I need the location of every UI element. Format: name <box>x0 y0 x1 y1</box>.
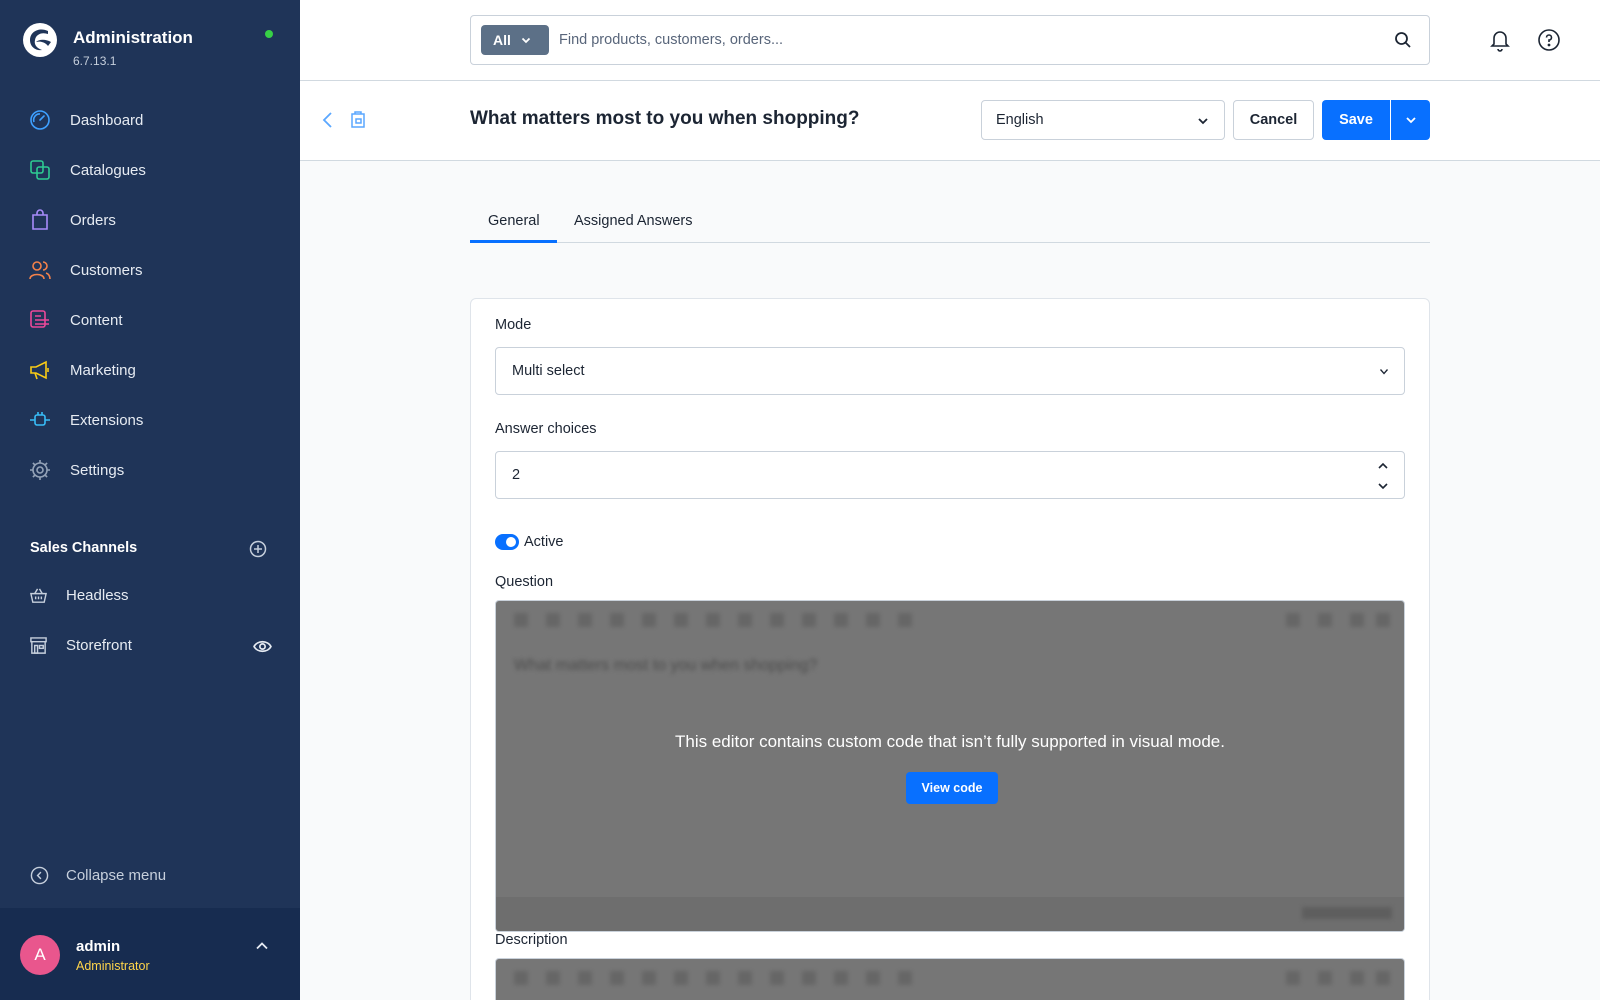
increment-icon[interactable] <box>1376 460 1390 472</box>
general-card: Mode Multi select Answer choices 2 Activ… <box>470 298 1430 1000</box>
sidebar-item-content[interactable]: Content <box>0 295 300 345</box>
answer-choices-input[interactable]: 2 <box>495 451 1405 499</box>
cancel-button[interactable]: Cancel <box>1233 100 1314 140</box>
answer-choices-value: 2 <box>512 467 521 483</box>
sidebar-item-label: Settings <box>70 461 125 479</box>
user-role: Administrator <box>76 959 150 973</box>
basket-icon <box>30 587 47 603</box>
toggle-knob <box>506 537 516 547</box>
decrement-icon[interactable] <box>1376 480 1390 492</box>
avatar: A <box>20 935 60 975</box>
shopware-logo-icon <box>23 23 57 57</box>
user-profile[interactable]: A admin Administrator <box>0 908 300 1000</box>
online-status-indicator <box>265 30 273 38</box>
tab-bar: General Assigned Answers <box>470 200 1430 243</box>
search-input[interactable] <box>559 25 1359 55</box>
search-icon[interactable] <box>1394 31 1412 49</box>
editor-blurred-content: What matters most to you when shopping? <box>514 657 818 674</box>
chevron-down-icon <box>1198 118 1208 125</box>
chevron-down-icon <box>1405 117 1416 124</box>
storefront-icon <box>30 636 47 654</box>
description-label: Description <box>495 932 568 948</box>
back-arrow-icon[interactable] <box>321 111 335 129</box>
editor-toolbar <box>496 601 1404 639</box>
answer-choices-label: Answer choices <box>495 421 597 437</box>
tab-assigned-answers[interactable]: Assigned Answers <box>574 213 692 229</box>
sales-channels-heading: Sales Channels <box>30 540 138 556</box>
sidebar-item-label: Orders <box>70 211 116 229</box>
save-button[interactable]: Save <box>1322 100 1390 140</box>
help-icon[interactable] <box>1537 28 1561 52</box>
language-select[interactable]: English <box>981 100 1225 140</box>
sales-channel-list: Headless Storefront <box>0 570 300 670</box>
editor-footer <box>496 897 1404 931</box>
gear-icon <box>30 460 50 480</box>
sidebar: Administration 6.7.13.1 Dashboard Catalo… <box>0 0 300 1000</box>
search-scope-label: All <box>493 32 511 48</box>
sidebar-item-label: Dashboard <box>70 111 144 129</box>
editor-unsupported-message: This editor contains custom code that is… <box>675 732 1225 751</box>
sales-channel-storefront[interactable]: Storefront <box>0 620 300 670</box>
eye-icon[interactable] <box>253 637 272 656</box>
sidebar-item-label: Extensions <box>70 411 144 429</box>
search-scope-dropdown[interactable]: All <box>481 25 549 55</box>
sidebar-item-label: Customers <box>70 261 143 279</box>
sidebar-item-label: Marketing <box>70 361 136 379</box>
page-title: What matters most to you when shopping? <box>470 108 860 129</box>
dashboard-icon <box>30 110 50 130</box>
sidebar-item-extensions[interactable]: Extensions <box>0 395 300 445</box>
editor-toolbar <box>496 959 1404 997</box>
chevron-down-icon <box>521 37 531 44</box>
user-name: admin <box>76 938 121 955</box>
users-icon <box>29 261 51 280</box>
sidebar-item-dashboard[interactable]: Dashboard <box>0 95 300 145</box>
active-toggle[interactable] <box>495 534 519 550</box>
collapse-menu-label: Collapse menu <box>66 867 167 884</box>
app-version: 6.7.13.1 <box>73 54 117 68</box>
sidebar-item-label: Content <box>70 311 123 329</box>
sales-channel-label: Storefront <box>66 636 132 654</box>
mode-select[interactable]: Multi select <box>495 347 1405 395</box>
mode-label: Mode <box>495 317 532 333</box>
document-lock-icon[interactable] <box>348 109 368 129</box>
megaphone-icon <box>30 360 49 380</box>
sidebar-item-customers[interactable]: Customers <box>0 245 300 295</box>
tab-general[interactable]: General <box>488 213 540 229</box>
sidebar-item-marketing[interactable]: Marketing <box>0 345 300 395</box>
language-value: English <box>996 112 1044 128</box>
chevron-down-icon <box>1380 369 1388 375</box>
chevron-up-icon[interactable] <box>254 938 270 954</box>
add-sales-channel-icon[interactable] <box>249 540 267 558</box>
catalogue-icon <box>30 160 50 180</box>
global-search: All <box>470 15 1430 65</box>
top-bar: All <box>300 0 1600 81</box>
collapse-menu-button[interactable]: Collapse menu <box>30 866 166 885</box>
plug-icon <box>30 412 50 426</box>
mode-value: Multi select <box>512 363 585 379</box>
brand: Administration 6.7.13.1 <box>22 22 193 68</box>
sidebar-item-label: Catalogues <box>70 161 146 179</box>
sales-channel-headless[interactable]: Headless <box>0 570 300 620</box>
view-code-button[interactable]: View code <box>906 772 998 804</box>
active-label: Active <box>524 534 564 550</box>
question-editor[interactable]: What matters most to you when shopping? … <box>495 600 1405 932</box>
bell-icon[interactable] <box>1488 28 1512 52</box>
sidebar-item-settings[interactable]: Settings <box>0 445 300 495</box>
question-label: Question <box>495 574 554 590</box>
active-tab-indicator <box>470 240 557 243</box>
sidebar-item-catalogues[interactable]: Catalogues <box>0 145 300 195</box>
description-editor[interactable] <box>495 958 1405 1000</box>
save-options-button[interactable] <box>1391 100 1430 140</box>
shopping-bag-icon <box>32 209 48 230</box>
app-title: Administration <box>73 28 193 47</box>
content-icon <box>30 310 49 328</box>
sidebar-item-orders[interactable]: Orders <box>0 195 300 245</box>
sales-channel-label: Headless <box>66 586 129 604</box>
chevron-left-circle-icon <box>30 866 49 885</box>
page-header: What matters most to you when shopping? … <box>300 81 1600 161</box>
main-nav: Dashboard Catalogues Orders Customers Co… <box>0 95 300 495</box>
